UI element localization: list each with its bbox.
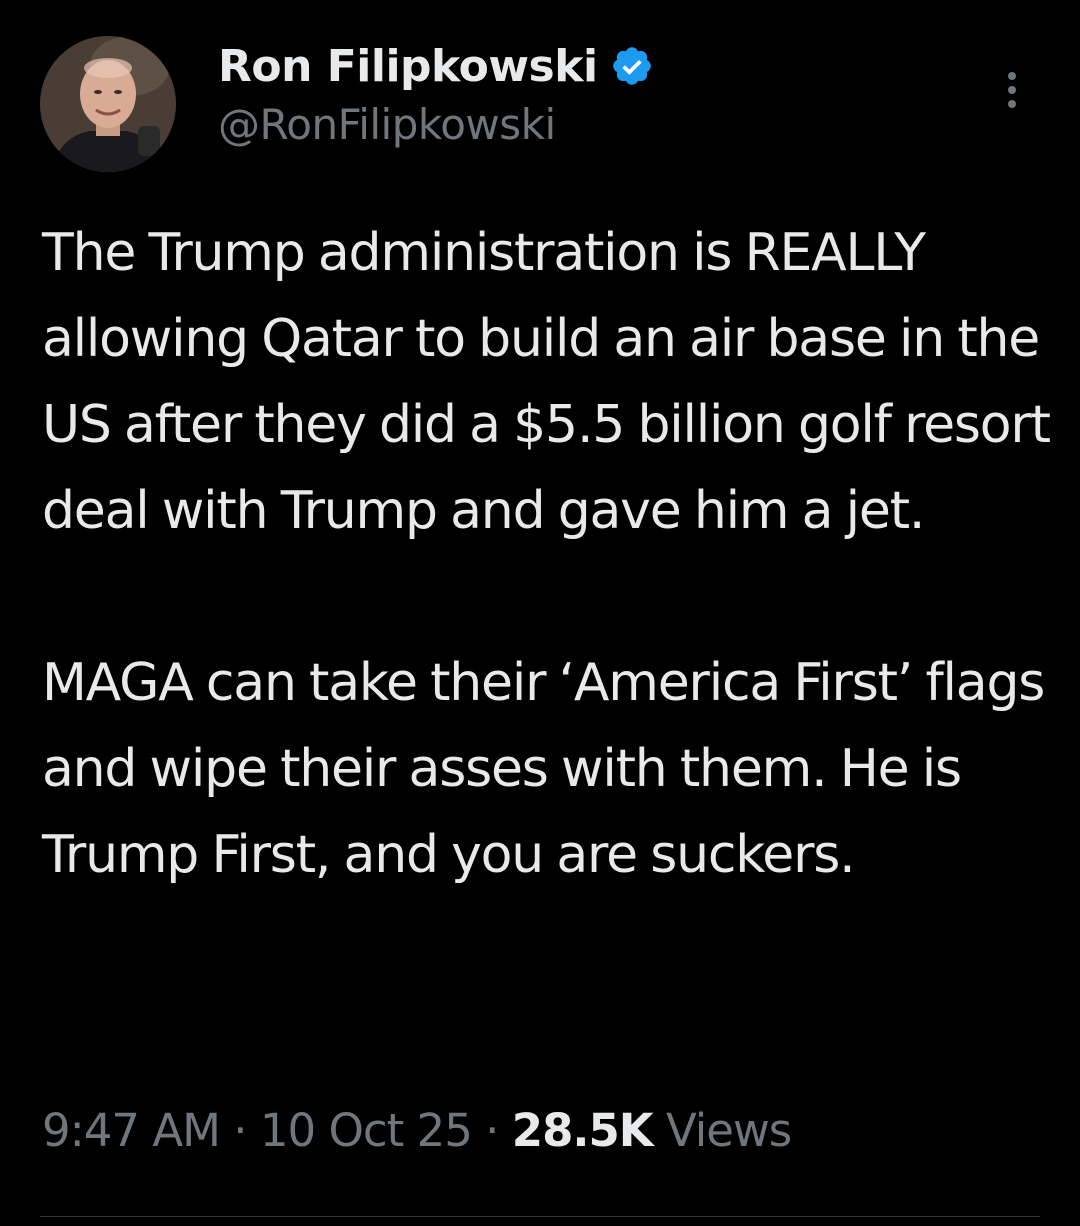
verified-badge-icon bbox=[612, 47, 651, 85]
tweet: Ron Filipkowski @RonFilipkowski The Trum… bbox=[0, 0, 1080, 1226]
tweet-meta: 9:47 AM · 10 Oct 25 · 28.5K Views bbox=[42, 1104, 792, 1157]
name-row: Ron Filipkowski bbox=[218, 34, 654, 98]
avatar-image bbox=[40, 36, 176, 172]
meta-separator: · bbox=[233, 1104, 247, 1157]
tweet-time[interactable]: 9:47 AM bbox=[42, 1104, 221, 1157]
tweet-paragraph-2: MAGA can take their ‘America First’ flag… bbox=[42, 653, 1045, 885]
tweet-paragraph-1: The Trump administration is REALLY allow… bbox=[42, 223, 1051, 541]
avatar[interactable] bbox=[40, 36, 176, 172]
author-block: Ron Filipkowski @RonFilipkowski bbox=[218, 34, 654, 149]
views-label: Views bbox=[666, 1104, 792, 1157]
tweet-date[interactable]: 10 Oct 25 bbox=[260, 1104, 473, 1157]
handle[interactable]: @RonFilipkowski bbox=[218, 100, 654, 149]
divider bbox=[40, 1216, 1040, 1217]
display-name[interactable]: Ron Filipkowski bbox=[218, 41, 598, 92]
tweet-text: The Trump administration is REALLY allow… bbox=[42, 210, 1052, 898]
meta-separator: · bbox=[485, 1104, 499, 1157]
views-count[interactable]: 28.5K bbox=[512, 1104, 654, 1157]
more-options-icon[interactable] bbox=[1002, 70, 1022, 110]
